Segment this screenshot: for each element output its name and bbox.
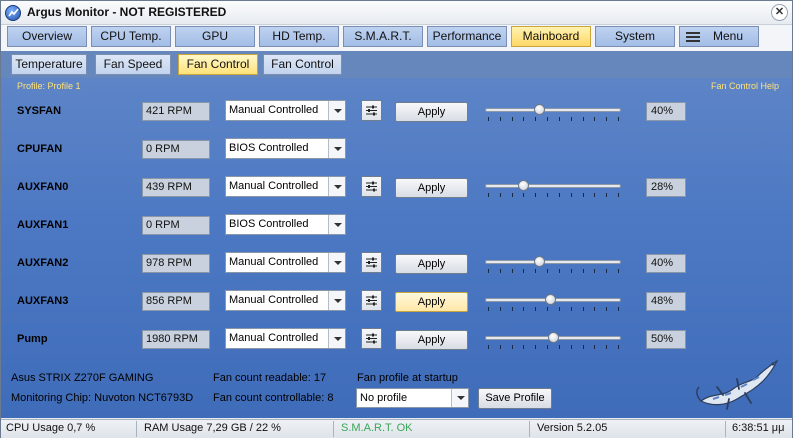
app-version: Version 5.2.05 bbox=[537, 422, 608, 434]
subtab-fan-control-2[interactable]: Fan Control bbox=[263, 54, 342, 75]
chevron-down-icon bbox=[328, 291, 345, 310]
title-bar[interactable]: Argus Monitor - NOT REGISTERED ✕ bbox=[1, 1, 792, 25]
percent-readout: 48% bbox=[646, 292, 686, 311]
fan-count-controllable: Fan count controllable: 8 bbox=[213, 392, 334, 404]
close-button[interactable]: ✕ bbox=[771, 4, 788, 21]
curve-settings-button[interactable] bbox=[361, 176, 382, 197]
sliders-icon bbox=[366, 257, 377, 268]
fan-mode-select[interactable]: Manual Controlled bbox=[225, 290, 346, 311]
chevron-down-icon bbox=[451, 389, 468, 407]
chevron-down-icon bbox=[328, 139, 345, 158]
fan-name: CPUFAN bbox=[17, 143, 63, 155]
fan-speed-slider[interactable] bbox=[485, 178, 621, 198]
fan-mode-select[interactable]: Manual Controlled bbox=[225, 328, 346, 349]
status-bar: CPU Usage 0,7 % RAM Usage 7,29 GB / 22 %… bbox=[1, 419, 792, 438]
board-name: Asus STRIX Z270F GAMING bbox=[11, 372, 154, 384]
apply-button[interactable]: Apply bbox=[395, 292, 468, 312]
chevron-down-icon bbox=[328, 215, 345, 234]
tab-mainboard[interactable]: Mainboard bbox=[511, 26, 591, 47]
save-profile-button[interactable]: Save Profile bbox=[478, 388, 552, 409]
fan-mode-select[interactable]: Manual Controlled bbox=[225, 100, 346, 121]
subtab-temperature[interactable]: Temperature bbox=[11, 54, 87, 75]
chevron-down-icon bbox=[328, 253, 345, 272]
curve-settings-button[interactable] bbox=[361, 252, 382, 273]
slider-thumb[interactable] bbox=[518, 180, 530, 191]
fan-name: SYSFAN bbox=[17, 105, 62, 117]
startup-profile-label: Fan profile at startup bbox=[357, 372, 458, 384]
rpm-readout: 439 RPM bbox=[142, 178, 210, 197]
fan-speed-slider[interactable] bbox=[485, 292, 621, 312]
slider-thumb[interactable] bbox=[548, 332, 559, 343]
apply-button[interactable]: Apply bbox=[395, 254, 468, 274]
subtab-fan-control[interactable]: Fan Control bbox=[178, 54, 258, 75]
app-window: Argus Monitor - NOT REGISTERED ✕ Overvie… bbox=[0, 0, 793, 438]
fan-mode-select[interactable]: Manual Controlled bbox=[225, 176, 346, 197]
fan-name: AUXFAN3 bbox=[17, 295, 69, 307]
fan-control-panel: Profile: Profile 1 Fan Control Help SYSF… bbox=[1, 78, 792, 418]
fan-mode-select[interactable]: BIOS Controlled bbox=[225, 214, 346, 235]
fan-name: AUXFAN0 bbox=[17, 181, 69, 193]
fan-speed-slider[interactable] bbox=[485, 330, 621, 350]
curve-settings-button[interactable] bbox=[361, 290, 382, 311]
slider-thumb[interactable] bbox=[534, 256, 546, 267]
fan-mode-select[interactable]: BIOS Controlled bbox=[225, 138, 346, 159]
rpm-readout: 1980 RPM bbox=[142, 330, 210, 349]
app-icon bbox=[5, 5, 21, 21]
apply-button[interactable]: Apply bbox=[395, 178, 468, 198]
apply-button[interactable]: Apply bbox=[395, 102, 468, 122]
percent-readout: 50% bbox=[646, 330, 686, 349]
fan-speed-slider[interactable] bbox=[485, 254, 621, 274]
tab-cpu-temp[interactable]: CPU Temp. bbox=[91, 26, 171, 47]
sub-tab-bar: Temperature Fan Speed Fan Control Fan Co… bbox=[1, 51, 792, 78]
percent-readout: 28% bbox=[646, 178, 686, 197]
curve-settings-button[interactable] bbox=[361, 100, 382, 121]
chevron-down-icon bbox=[328, 329, 345, 348]
apply-button[interactable]: Apply bbox=[395, 330, 468, 350]
smart-status: S.M.A.R.T. OK bbox=[341, 422, 413, 434]
tab-performance[interactable]: Performance bbox=[427, 26, 507, 47]
rpm-readout: 856 RPM bbox=[142, 292, 210, 311]
percent-readout: 40% bbox=[646, 102, 686, 121]
tab-smart[interactable]: S.M.A.R.T. bbox=[343, 26, 423, 47]
fan-mode-select[interactable]: Manual Controlled bbox=[225, 252, 346, 273]
profile-label: Profile: Profile 1 bbox=[17, 81, 81, 91]
monitoring-chip: Monitoring Chip: Nuvoton NCT6793D bbox=[11, 392, 194, 404]
rpm-readout: 0 RPM bbox=[142, 140, 210, 159]
rpm-readout: 0 RPM bbox=[142, 216, 210, 235]
sliders-icon bbox=[366, 105, 377, 116]
ram-usage: RAM Usage 7,29 GB / 22 % bbox=[144, 422, 281, 434]
tab-system[interactable]: System bbox=[595, 26, 675, 47]
clock: 6:38:51 μμ bbox=[732, 422, 785, 434]
lizard-logo-icon bbox=[696, 359, 779, 410]
fan-count-readable: Fan count readable: 17 bbox=[213, 372, 327, 384]
tab-menu[interactable]: Menu bbox=[679, 26, 759, 47]
chevron-down-icon bbox=[328, 101, 345, 120]
cpu-usage: CPU Usage 0,7 % bbox=[6, 422, 96, 434]
rpm-readout: 978 RPM bbox=[142, 254, 210, 273]
menu-icon bbox=[686, 32, 700, 42]
slider-thumb[interactable] bbox=[534, 104, 546, 115]
slider-thumb[interactable] bbox=[545, 294, 557, 305]
fan-control-help-link[interactable]: Fan Control Help bbox=[711, 81, 779, 91]
curve-settings-button[interactable] bbox=[361, 328, 382, 349]
sliders-icon bbox=[366, 295, 377, 306]
tab-hd-temp[interactable]: HD Temp. bbox=[259, 26, 339, 47]
sliders-icon bbox=[366, 333, 377, 344]
fan-speed-slider[interactable] bbox=[485, 102, 621, 122]
tab-overview[interactable]: Overview bbox=[7, 26, 87, 47]
percent-readout: 40% bbox=[646, 254, 686, 273]
fan-name: AUXFAN2 bbox=[17, 257, 69, 269]
startup-profile-select[interactable]: No profile bbox=[356, 388, 469, 408]
rpm-readout: 421 RPM bbox=[142, 102, 210, 121]
chevron-down-icon bbox=[328, 177, 345, 196]
fan-name: Pump bbox=[17, 333, 48, 345]
subtab-fan-speed[interactable]: Fan Speed bbox=[95, 54, 171, 75]
fan-name: AUXFAN1 bbox=[17, 219, 69, 231]
sliders-icon bbox=[366, 181, 377, 192]
window-title: Argus Monitor - NOT REGISTERED bbox=[27, 5, 227, 19]
tab-gpu[interactable]: GPU bbox=[175, 26, 255, 47]
